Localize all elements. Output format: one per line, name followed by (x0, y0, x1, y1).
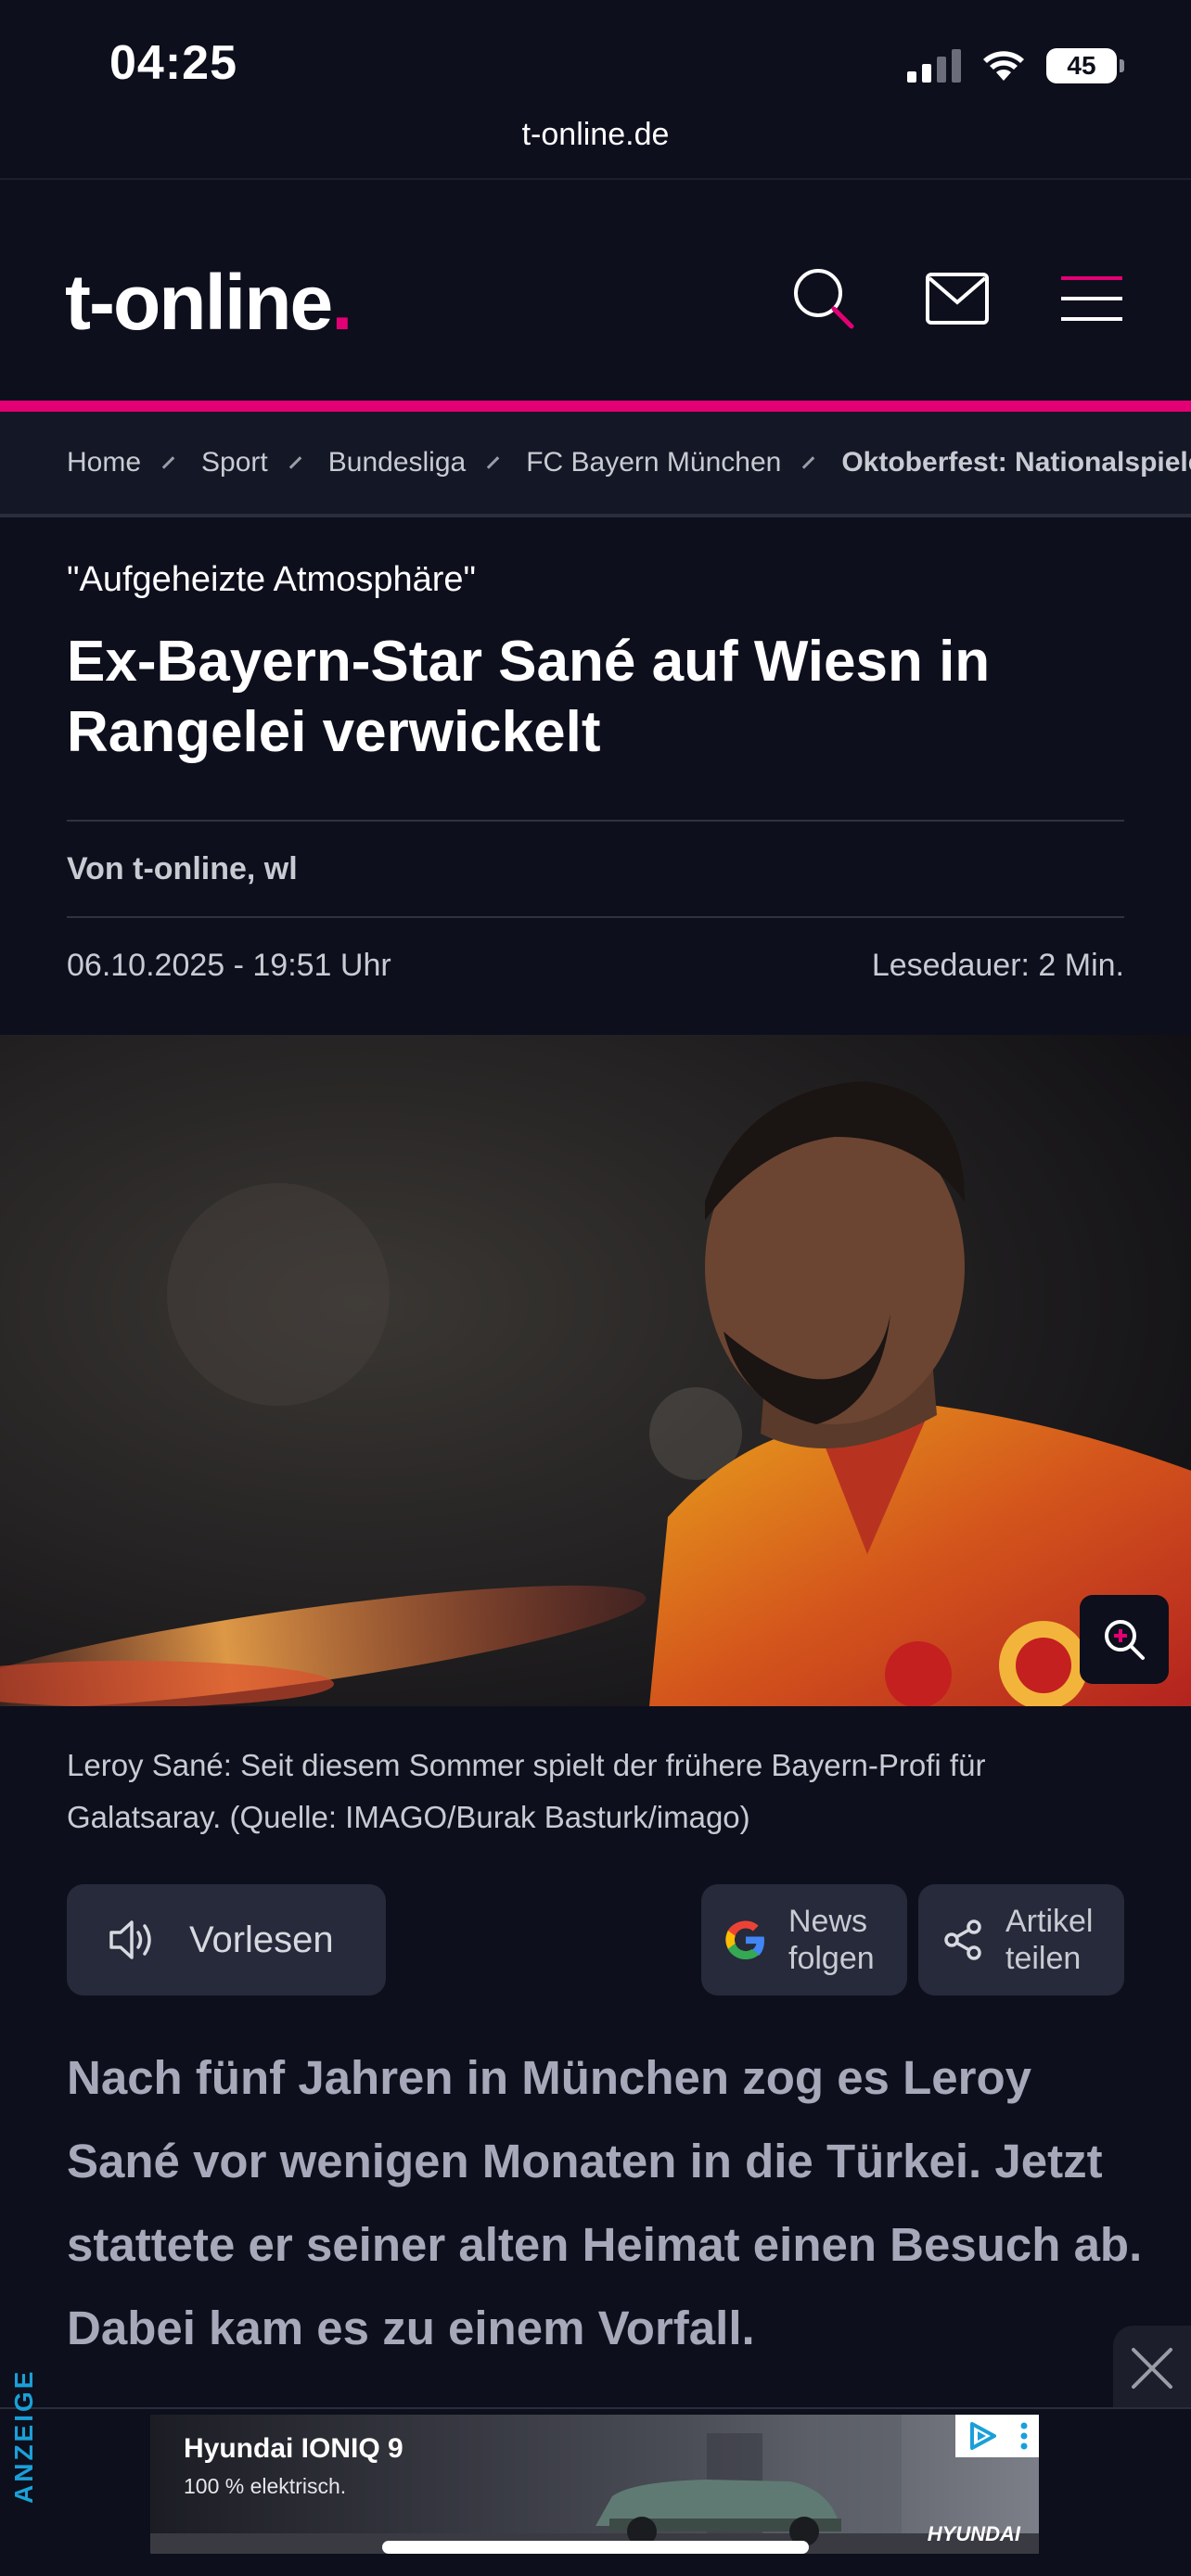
article-lead: Nach fünf Jahren in München zog es Leroy… (67, 2051, 1143, 2354)
ad-close-button[interactable] (1113, 2326, 1191, 2411)
logo-dot: . (331, 259, 352, 346)
article-photo[interactable] (0, 1035, 1191, 1706)
share-article-button[interactable]: Artikel teilen (918, 1884, 1124, 1996)
read-aloud-label: Vorlesen (189, 1919, 334, 1960)
breadcrumb-current: Oktoberfest: Nationalspieler (841, 447, 1191, 478)
menu-icon[interactable] (1057, 265, 1124, 332)
read-aloud-button[interactable]: Vorlesen (67, 1884, 386, 1996)
article-headline: Ex-Bayern-Star Sané auf Wiesn in Rangele… (67, 630, 991, 764)
breadcrumb-fc-bayern[interactable]: FC Bayern München (526, 447, 781, 478)
logo-text: t-online (65, 259, 333, 346)
chevron-right-icon (161, 456, 175, 469)
share-label: Artikel teilen (1005, 1904, 1094, 1976)
ad-subtitle: 100 % elektrisch. (184, 2474, 347, 2498)
ad-label: ANZEIGE (9, 2368, 38, 2504)
divider (0, 514, 1191, 517)
status-bar: 04:25 45 t-online.de (0, 0, 1191, 152)
ad-choices-button[interactable] (955, 2415, 1039, 2457)
cellular-signal-icon (907, 49, 961, 83)
divider (67, 916, 1124, 918)
mail-icon[interactable] (924, 265, 991, 332)
divider (67, 820, 1124, 822)
article-kicker: "Aufgeheizte Atmosphäre" (67, 560, 477, 599)
ad-title: Hyundai IONIQ 9 (184, 2433, 403, 2464)
news-follow-label: News folgen (788, 1904, 875, 1976)
accent-bar (0, 401, 1191, 412)
close-icon (1132, 2348, 1172, 2389)
site-header: t-online. (0, 180, 1191, 401)
breadcrumb-home[interactable]: Home (67, 447, 141, 478)
battery-indicator: 45 (1046, 48, 1124, 83)
google-icon (725, 1920, 764, 1959)
ad-brand: HYUNDAI (927, 2522, 1020, 2545)
breadcrumb-sport[interactable]: Sport (201, 447, 268, 478)
ad-choices-icon (969, 2422, 996, 2450)
chevron-right-icon (288, 456, 301, 469)
search-icon[interactable] (790, 265, 857, 332)
battery-level: 45 (1067, 51, 1096, 80)
ad-banner[interactable]: Hyundai IONIQ 9 100 % elektrisch. HYUNDA… (150, 2415, 1039, 2554)
zoom-button[interactable] (1080, 1595, 1169, 1684)
breadcrumb-bundesliga[interactable]: Bundesliga (328, 447, 466, 478)
chevron-right-icon (486, 456, 500, 469)
status-time: 04:25 (109, 36, 237, 90)
status-icons: 45 (907, 43, 1124, 89)
google-news-follow-button[interactable]: News folgen (701, 1884, 907, 1996)
chevron-right-icon (802, 456, 815, 469)
photo-caption: Leroy Sané: Seit diesem Sommer spielt de… (67, 1748, 986, 1834)
wifi-icon (983, 51, 1024, 81)
article-author[interactable]: Von t-online, wl (67, 851, 298, 887)
speaker-icon (109, 1920, 151, 1959)
home-indicator[interactable] (382, 2541, 809, 2554)
article-date: 06.10.2025 - 19:51 Uhr (67, 948, 391, 983)
more-options-icon (1020, 2422, 1027, 2450)
share-icon (944, 1919, 981, 1960)
browser-url[interactable]: t-online.de (0, 117, 1191, 153)
article-photo-illustration (0, 1035, 1191, 1706)
reading-time: Lesedauer: 2 Min. (871, 948, 1124, 983)
breadcrumb: Home Sport Bundesliga FC Bayern München … (0, 412, 1191, 514)
site-logo[interactable]: t-online. (65, 258, 353, 348)
zoom-in-icon (1105, 1620, 1145, 1660)
